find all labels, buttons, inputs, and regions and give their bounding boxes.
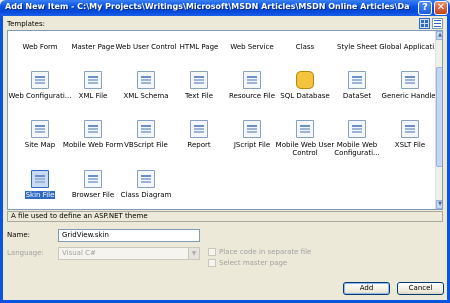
name-label: Name: bbox=[7, 231, 31, 239]
templates-list[interactable]: Web Form Master Page Web User Control HTML … bbox=[7, 30, 443, 210]
template-item[interactable]: Global Applicati... bbox=[377, 31, 442, 51]
template-file-icon bbox=[137, 71, 155, 89]
template-file-icon bbox=[31, 71, 49, 89]
template-file-icon bbox=[137, 170, 155, 188]
template-label: Style Sheet bbox=[336, 43, 378, 51]
template-label: Skin File bbox=[24, 191, 56, 199]
name-input[interactable]: GridView.skin bbox=[58, 229, 200, 242]
template-label: Report bbox=[187, 141, 211, 149]
template-label: Text File bbox=[184, 92, 214, 100]
select-master-page-label: Select master page bbox=[219, 259, 288, 267]
template-label: XML Schema bbox=[123, 92, 169, 100]
template-label: Site Map bbox=[24, 141, 56, 149]
scroll-thumb[interactable] bbox=[436, 67, 442, 167]
template-file-icon bbox=[296, 120, 314, 138]
chevron-down-icon: ▼ bbox=[188, 248, 199, 259]
template-file-icon bbox=[190, 120, 208, 138]
template-file-icon bbox=[31, 120, 49, 138]
language-value: Visual C# bbox=[62, 249, 96, 257]
template-file-icon bbox=[84, 120, 102, 138]
template-label: VBScript File bbox=[124, 141, 168, 149]
template-file-icon bbox=[84, 170, 102, 188]
template-label: Resource File bbox=[228, 92, 276, 100]
place-code-checkbox bbox=[208, 248, 216, 256]
template-file-icon bbox=[243, 71, 261, 89]
title-bar[interactable]: Add New Item - C:\My Projects\Writings\M… bbox=[0, 0, 450, 16]
template-label: SQL Database bbox=[280, 92, 330, 100]
template-label: XML File bbox=[78, 92, 108, 100]
large-icons-view-button[interactable] bbox=[419, 18, 430, 29]
language-select: Visual C# ▼ bbox=[58, 247, 200, 260]
language-label: Language: bbox=[7, 249, 44, 257]
template-item[interactable]: XSLT File bbox=[377, 120, 442, 149]
select-master-page-checkbox bbox=[208, 259, 216, 267]
template-file-icon bbox=[348, 71, 366, 89]
add-button[interactable]: Add bbox=[343, 282, 390, 295]
template-label: Class Diagram bbox=[120, 191, 172, 199]
template-item[interactable]: Class Diagram bbox=[113, 170, 179, 199]
template-label: Master Page bbox=[71, 43, 115, 51]
template-label: Global Applicati... bbox=[379, 43, 441, 51]
template-file-icon bbox=[84, 71, 102, 89]
template-file-icon bbox=[243, 120, 261, 138]
scroll-down-arrow-icon[interactable]: ▼ bbox=[436, 200, 442, 209]
cancel-button[interactable]: Cancel bbox=[397, 282, 444, 295]
template-label: Web Form bbox=[22, 43, 58, 51]
close-button[interactable]: ✕ bbox=[434, 1, 448, 15]
template-file-icon bbox=[348, 120, 366, 138]
templates-scrollbar[interactable]: ▲ ▼ bbox=[435, 31, 442, 209]
window-title: Add New Item - C:\My Projects\Writings\M… bbox=[5, 2, 410, 11]
template-description: A file used to define an ASP.NET theme bbox=[7, 211, 443, 222]
template-label: Generic Handler bbox=[381, 92, 439, 100]
templates-label: Templates: bbox=[7, 20, 45, 28]
template-item[interactable]: Generic Handler bbox=[377, 71, 442, 100]
template-label: XSLT File bbox=[394, 141, 426, 149]
help-button[interactable]: ? bbox=[418, 1, 432, 15]
template-file-icon bbox=[401, 71, 419, 89]
template-label: Web Service bbox=[230, 43, 274, 51]
template-label: DataSet bbox=[342, 92, 372, 100]
place-code-label: Place code in separate file bbox=[219, 248, 312, 256]
template-label: JScript File bbox=[233, 141, 271, 149]
template-label: Class bbox=[295, 43, 315, 51]
template-label: HTML Page bbox=[179, 43, 219, 51]
template-label: Browser File bbox=[71, 191, 115, 199]
template-file-icon bbox=[190, 71, 208, 89]
scroll-up-arrow-icon[interactable]: ▲ bbox=[436, 31, 442, 40]
template-file-icon bbox=[296, 71, 314, 89]
template-file-icon bbox=[401, 120, 419, 138]
small-icons-view-button[interactable] bbox=[432, 18, 443, 29]
template-file-icon bbox=[31, 170, 49, 188]
template-file-icon bbox=[137, 120, 155, 138]
